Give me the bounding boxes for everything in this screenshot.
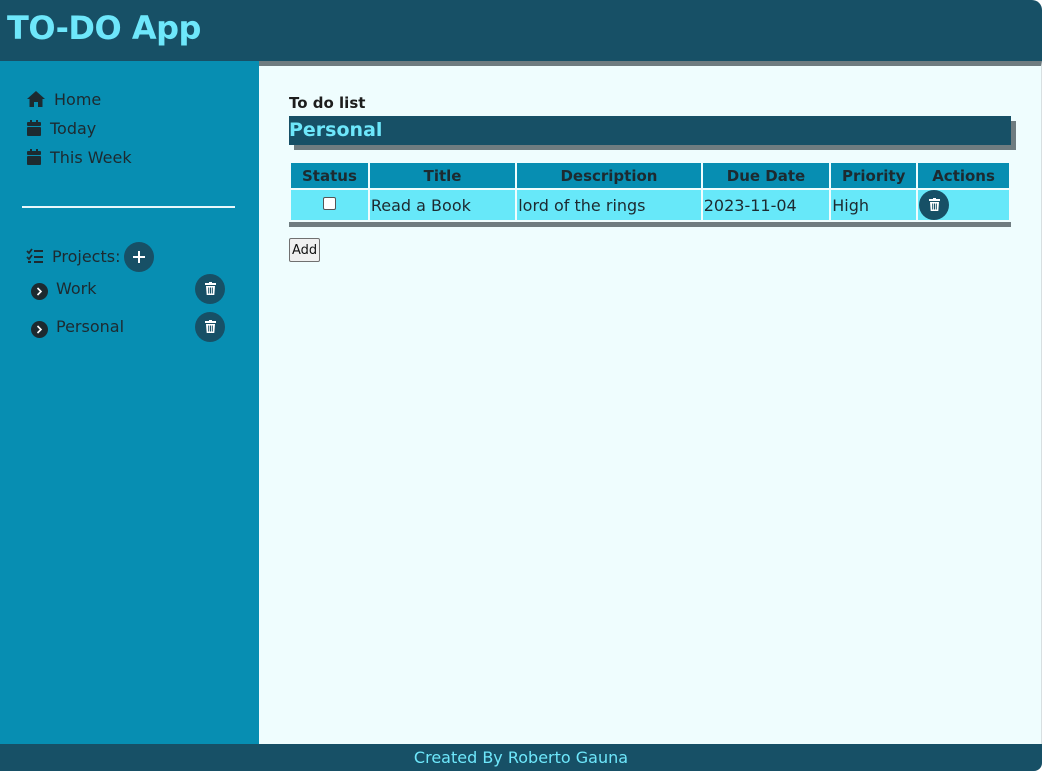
footer-credit: Created By Roberto Gauna xyxy=(413,748,629,767)
add-project-button[interactable] xyxy=(124,242,154,272)
delete-project-button[interactable] xyxy=(195,312,225,342)
status-cell xyxy=(291,190,368,220)
sidebar-item-this-week[interactable]: This Week xyxy=(26,146,132,168)
column-header: Description xyxy=(517,163,701,188)
list-caption: To do list xyxy=(289,94,366,112)
sidebar-item-label: Today xyxy=(50,118,97,138)
app-title: TO-DO App xyxy=(7,9,201,47)
delete-task-button[interactable] xyxy=(919,190,950,220)
sidebar-item-label: Home xyxy=(54,89,102,109)
sidebar-divider xyxy=(22,206,235,208)
project-item-personal: Personal xyxy=(31,312,231,342)
calendar-icon xyxy=(26,118,42,138)
calendar-icon xyxy=(26,147,42,167)
table-header-row: Status Title Description Due Date Priori… xyxy=(291,163,1009,188)
project-name[interactable]: Personal xyxy=(56,317,124,336)
home-icon xyxy=(26,89,46,109)
delete-project-button[interactable] xyxy=(195,274,225,304)
project-name[interactable]: Work xyxy=(56,279,97,298)
column-header: Due Date xyxy=(702,163,830,188)
projects-heading: Projects: xyxy=(26,244,120,268)
app-header: TO-DO App xyxy=(0,0,1042,61)
trash-icon xyxy=(928,196,940,215)
sidebar: Home Today This Week Projects: Work Pers… xyxy=(0,61,259,744)
main-content: To do list Personal Status Title Descrip… xyxy=(259,61,1042,744)
sidebar-item-today[interactable]: Today xyxy=(26,117,96,139)
column-header: Title xyxy=(369,163,516,188)
trash-icon xyxy=(204,280,216,299)
actions-cell xyxy=(918,190,1009,220)
projects-label: Projects: xyxy=(52,246,121,266)
column-header: Actions xyxy=(918,163,1009,188)
column-header: Status xyxy=(291,163,368,188)
checklist-icon xyxy=(26,247,44,265)
footer: Created By Roberto Gauna xyxy=(0,744,1042,771)
add-task-button[interactable]: Add xyxy=(289,238,321,262)
chevron-right-icon xyxy=(31,282,48,300)
table-row: Read a Book lord of the rings 2023-11-04… xyxy=(291,190,1009,220)
sidebar-item-home[interactable]: Home xyxy=(26,88,101,110)
sidebar-item-label: This Week xyxy=(50,147,132,167)
due-date-cell: 2023-11-04 xyxy=(702,190,830,220)
column-header: Priority xyxy=(831,163,917,188)
title-cell: Read a Book xyxy=(369,190,516,220)
description-cell: lord of the rings xyxy=(517,190,701,220)
current-project-title: Personal xyxy=(289,116,1011,145)
trash-icon xyxy=(204,318,216,337)
chevron-right-icon xyxy=(31,320,48,338)
project-item-work: Work xyxy=(31,274,231,304)
priority-cell: High xyxy=(831,190,917,220)
task-status-checkbox[interactable] xyxy=(322,196,336,210)
plus-icon xyxy=(133,248,145,267)
tasks-table: Status Title Description Due Date Priori… xyxy=(289,161,1011,227)
